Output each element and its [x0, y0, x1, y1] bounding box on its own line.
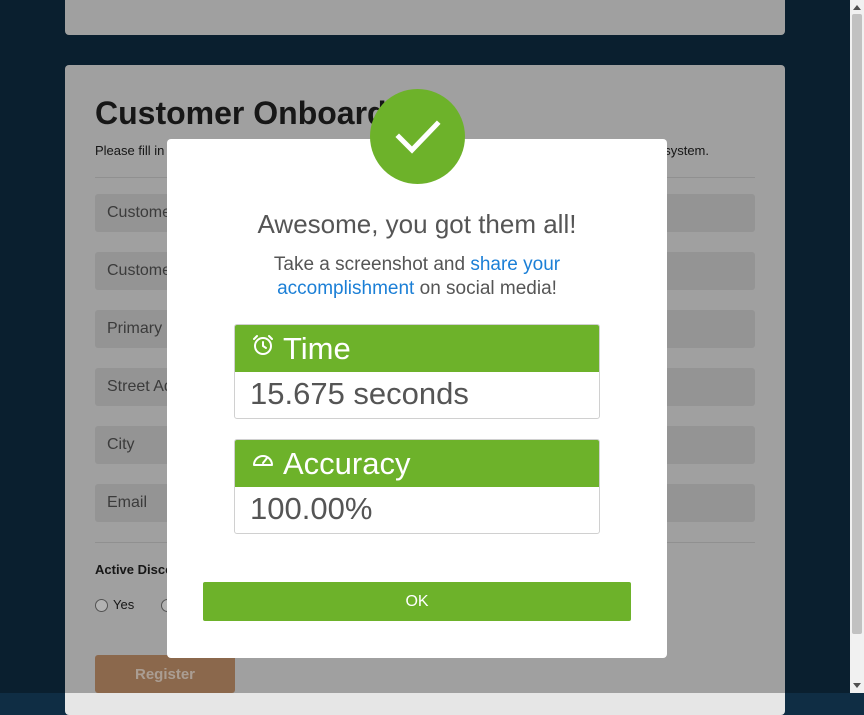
scroll-up-arrow-icon[interactable]: [853, 5, 861, 10]
success-modal: Awesome, you got them all! Take a screen…: [167, 139, 667, 658]
modal-message-start: Take a screenshot and: [273, 254, 471, 275]
speedometer-icon: [253, 455, 273, 466]
accuracy-card-header: Accuracy: [235, 440, 599, 487]
success-badge: [370, 89, 465, 184]
time-card: Time 15.675 seconds: [234, 324, 600, 419]
modal-message: Take a screenshot and share your accompl…: [257, 253, 577, 301]
scroll-down-arrow-icon[interactable]: [853, 683, 861, 688]
accuracy-label: Accuracy: [283, 446, 411, 481]
scrollbar[interactable]: [850, 0, 864, 693]
modal-message-end: on social media!: [414, 278, 557, 299]
ok-button[interactable]: OK: [203, 582, 631, 621]
time-label: Time: [283, 331, 351, 366]
scrollbar-thumb[interactable]: [852, 14, 862, 634]
accuracy-card: Accuracy 100.00%: [234, 439, 600, 534]
time-card-header: Time: [235, 325, 599, 372]
checkmark-icon: [394, 119, 441, 154]
accuracy-value: 100.00%: [250, 491, 373, 526]
time-value: 15.675 seconds: [250, 376, 469, 411]
alarm-clock-icon: [253, 335, 273, 355]
modal-title: Awesome, you got them all!: [257, 209, 577, 239]
